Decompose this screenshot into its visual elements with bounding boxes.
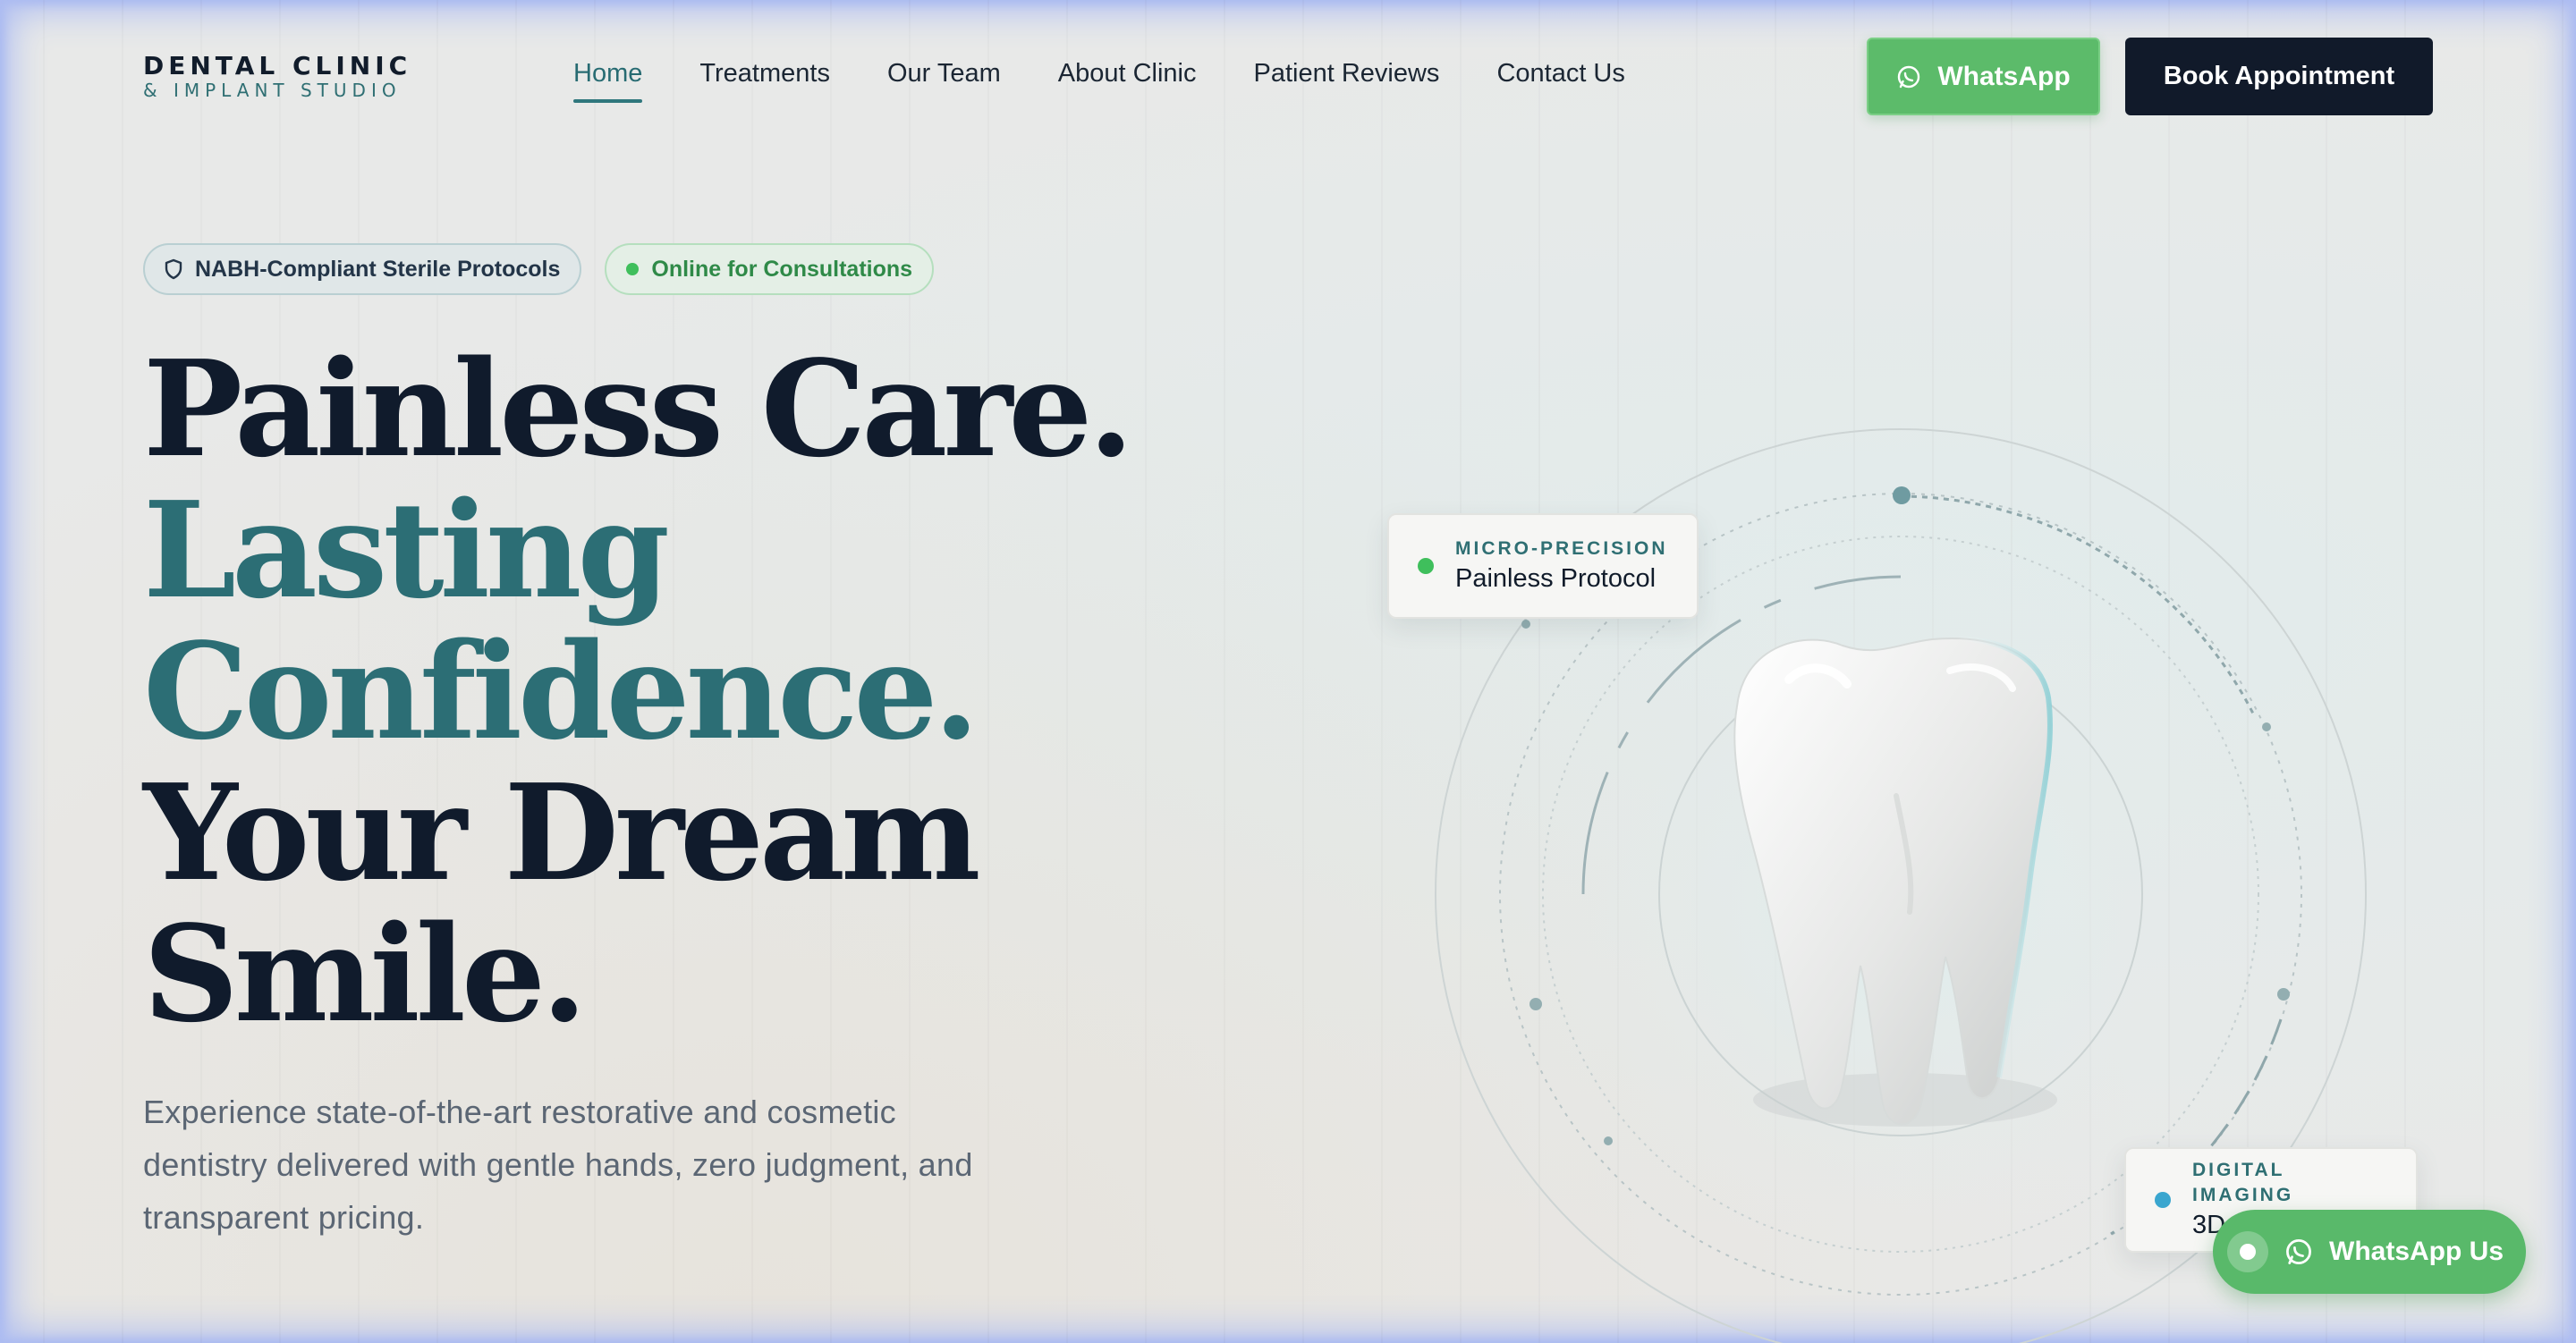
- nav-treatments[interactable]: Treatments: [699, 59, 830, 103]
- card-status-dot: [1418, 558, 1434, 574]
- online-status-dot: [626, 263, 640, 275]
- nav-our-team[interactable]: Our Team: [887, 59, 1001, 103]
- whatsapp-floating-label: WhatsApp Us: [2329, 1237, 2504, 1266]
- main-nav: Home Treatments Our Team About Clinic Pa…: [573, 59, 1625, 103]
- clinic-logo[interactable]: DENTAL CLINIC & IMPLANT STUDIO: [143, 51, 412, 101]
- logo-name: DENTAL CLINIC: [143, 51, 412, 80]
- logo-tagline: & IMPLANT STUDIO: [143, 80, 402, 101]
- page-frame: DENTAL CLINIC & IMPLANT STUDIO Home Trea…: [0, 0, 2576, 1343]
- whatsapp-button[interactable]: WhatsApp: [1867, 38, 2100, 115]
- micro-precision-label: MICRO-PRECISION: [1455, 538, 1668, 559]
- whatsapp-button-label: WhatsApp: [1937, 61, 2071, 91]
- nav-patient-reviews[interactable]: Patient Reviews: [1254, 59, 1440, 103]
- nabh-badge-label: NABH-Compliant Sterile Protocols: [195, 256, 561, 282]
- nav-contact-us[interactable]: Contact Us: [1496, 59, 1624, 103]
- hero-line-3: Confidence.: [143, 613, 979, 769]
- nabh-badge: NABH-Compliant Sterile Protocols: [143, 243, 582, 295]
- hero-line-1: Painless Care.: [143, 331, 1134, 486]
- whatsapp-floating-button[interactable]: WhatsApp Us: [2213, 1210, 2526, 1294]
- digital-imaging-label: DIGITAL IMAGING: [2192, 1160, 2294, 1205]
- shield-icon: [165, 258, 182, 280]
- hero-line-4: Your Dream: [143, 755, 981, 910]
- hero-description: Experience state-of-the-art restorative …: [143, 1094, 973, 1236]
- nav-home[interactable]: Home: [573, 59, 643, 103]
- micro-precision-value: Painless Protocol: [1455, 564, 1657, 593]
- book-appointment-button[interactable]: Book Appointment: [2125, 38, 2433, 115]
- online-status-label: Online for Consultations: [651, 256, 913, 282]
- book-appointment-label: Book Appointment: [2163, 62, 2395, 90]
- card-status-dot: [2155, 1192, 2171, 1208]
- nav-about-clinic[interactable]: About Clinic: [1058, 59, 1197, 103]
- hero-line-2: Lasting: [143, 472, 670, 628]
- pulse-indicator: [2227, 1231, 2268, 1272]
- micro-precision-card: MICRO-PRECISION Painless Protocol: [1387, 513, 1699, 619]
- hero-line-5: Smile.: [143, 896, 588, 1052]
- online-status-badge: Online for Consultations: [605, 243, 935, 295]
- whatsapp-icon: [1898, 65, 1920, 88]
- trust-badges: NABH-Compliant Sterile Protocols Online …: [143, 243, 935, 295]
- whatsapp-icon: [2286, 1239, 2311, 1264]
- hero-heading: Painless Care. Lasting Confidence. Your …: [143, 331, 1134, 1052]
